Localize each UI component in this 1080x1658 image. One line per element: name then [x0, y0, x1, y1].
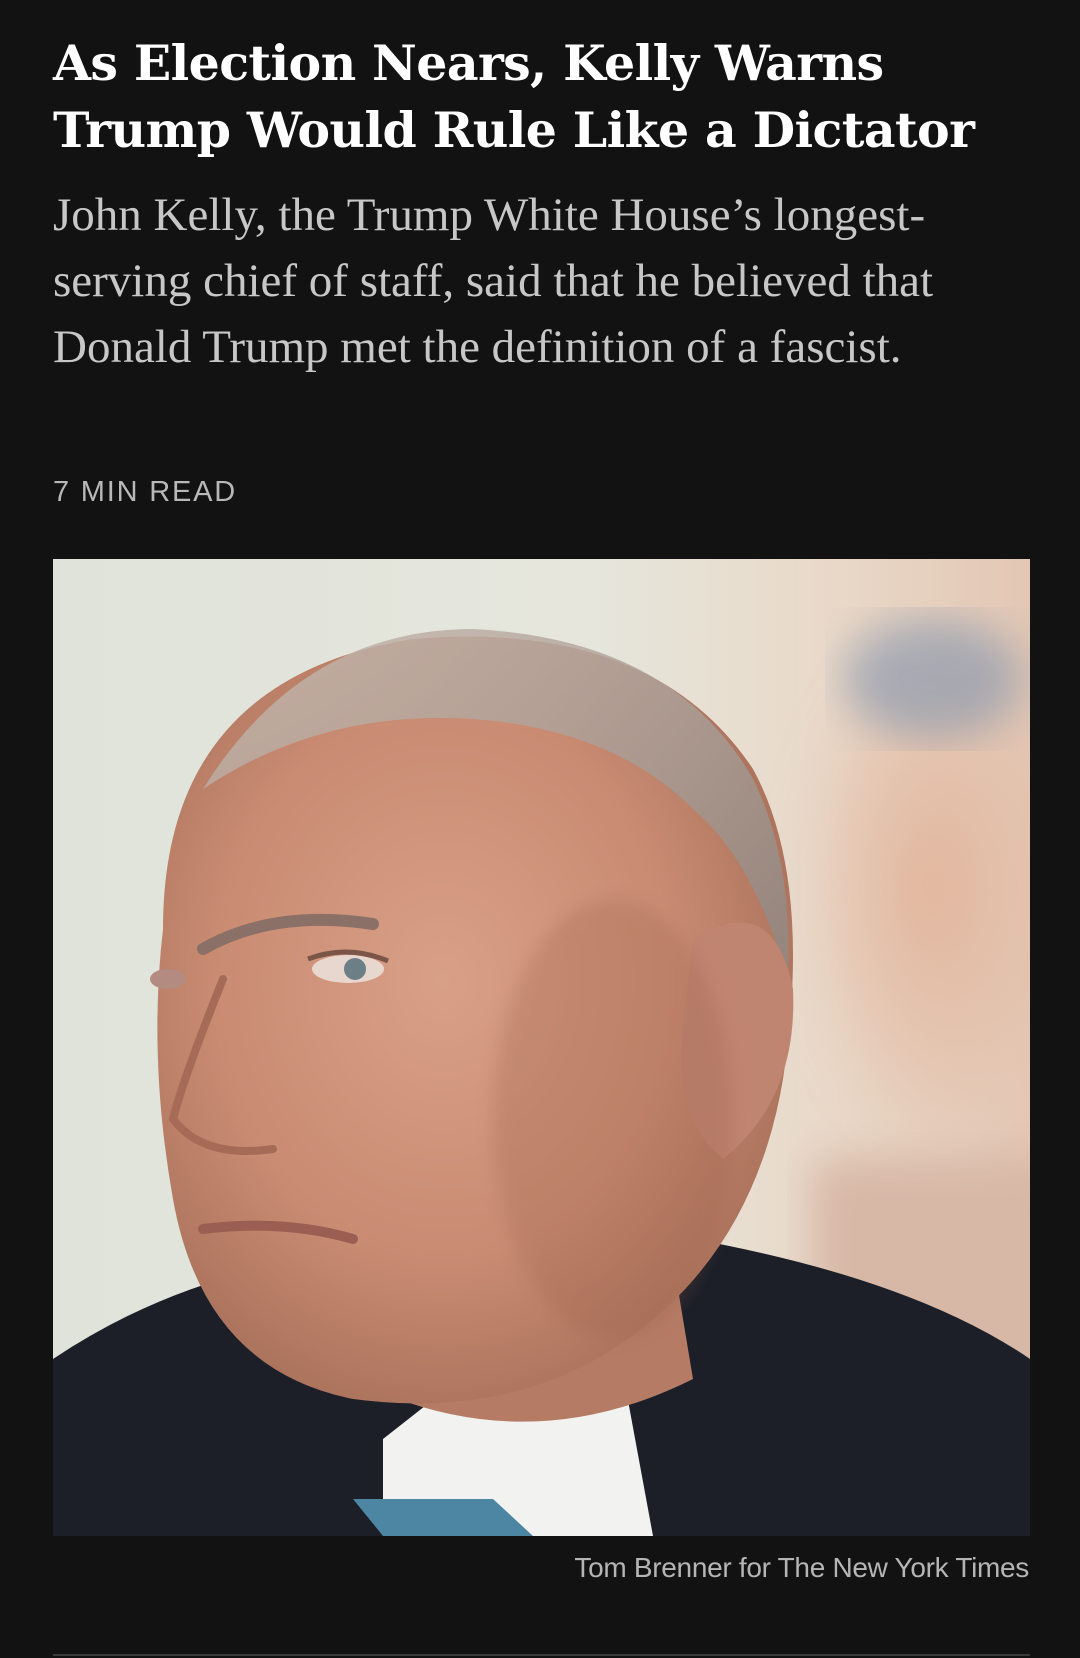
article-card[interactable]: As Election Nears, Kelly Warns Trump Wou… — [0, 0, 1080, 1658]
read-time-label: 7 MIN READ — [53, 476, 237, 508]
photo-credit: Tom Brenner for The New York Times — [574, 1552, 1029, 1583]
article-photo[interactable] — [53, 559, 1030, 1536]
article-summary[interactable]: John Kelly, the Trump White House’s long… — [53, 182, 1043, 380]
article-headline[interactable]: As Election Nears, Kelly Warns Trump Wou… — [53, 30, 1043, 164]
portrait-image — [53, 559, 1030, 1536]
divider — [53, 1654, 1030, 1656]
